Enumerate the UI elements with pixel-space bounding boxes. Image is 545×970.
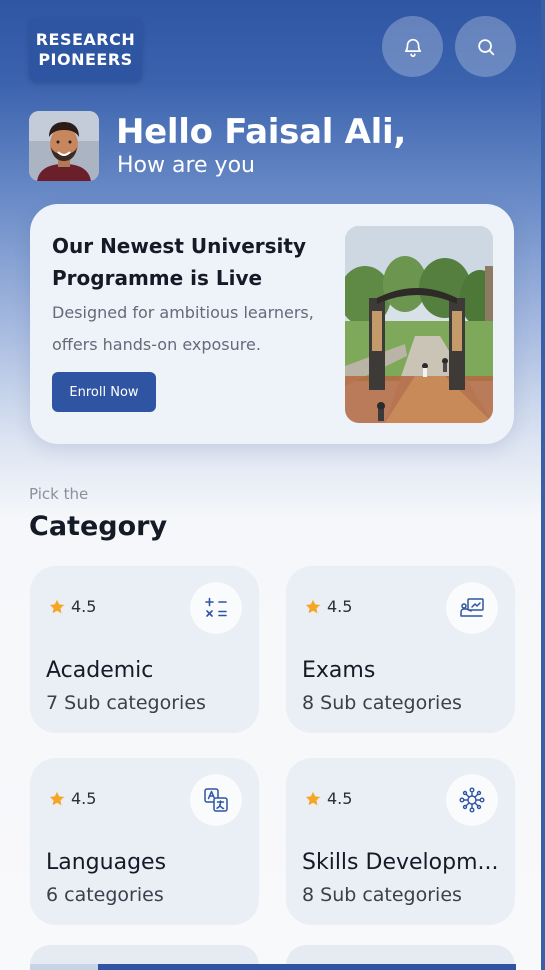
card-subtitle: 8 Sub categories (302, 692, 462, 714)
brand-line-2: PIONEERS (38, 50, 133, 69)
card-icon-badge (190, 582, 242, 634)
brand-logo[interactable]: RESEARCH PIONEERS (29, 18, 142, 82)
star-icon (305, 599, 321, 613)
search-icon (477, 38, 494, 55)
search-button[interactable] (455, 16, 516, 77)
card-rating-value: 4.5 (71, 597, 97, 616)
presentation-icon (460, 598, 484, 617)
card-icon-badge (446, 582, 498, 634)
enroll-now-button[interactable]: Enroll Now (52, 372, 156, 412)
category-card-skills-development[interactable]: 4.5 Skills Developm... 8 Sub categories (286, 758, 515, 925)
avatar[interactable] (29, 111, 99, 181)
skills-network-icon (459, 787, 485, 813)
star-icon (49, 791, 65, 805)
promo-card[interactable]: Our Newest University Programme is Live … (30, 204, 514, 444)
star-icon (49, 599, 65, 613)
scroll-indicator (30, 964, 516, 970)
card-rating: 4.5 (304, 789, 352, 808)
card-icon-badge (190, 774, 242, 826)
card-rating: 4.5 (48, 597, 96, 616)
category-card-exams[interactable]: 4.5 Exams 8 Sub categories (286, 566, 515, 733)
greeting-subtitle: How are you (117, 153, 255, 178)
math-operators-icon (205, 597, 227, 617)
category-card-languages[interactable]: 4.5 Languages 6 categories (30, 758, 259, 925)
notifications-button[interactable] (382, 16, 443, 77)
card-title: Exams (302, 658, 376, 683)
card-rating: 4.5 (48, 789, 96, 808)
brand-line-1: RESEARCH (35, 30, 136, 49)
card-title: Languages (46, 850, 167, 875)
scroll-indicator-thumb (30, 964, 98, 970)
card-rating-value: 4.5 (327, 597, 353, 616)
card-subtitle: 7 Sub categories (46, 692, 206, 714)
category-heading: Category (29, 511, 168, 542)
card-rating-value: 4.5 (327, 789, 353, 808)
card-subtitle: 6 categories (46, 884, 164, 906)
category-eyebrow: Pick the (29, 485, 89, 503)
university-gate-illustration (345, 226, 493, 423)
translate-icon (204, 788, 228, 812)
university-gate-image (345, 226, 493, 423)
greeting-title: Hello Faisal Ali, (116, 112, 406, 152)
card-title: Academic (46, 658, 154, 683)
card-subtitle: 8 Sub categories (302, 884, 462, 906)
app-screen: RESEARCH PIONEERS Hello Faisal Ali, How … (0, 0, 545, 970)
card-rating-value: 4.5 (71, 789, 97, 808)
promo-description: Designed for ambitious learners, offers … (52, 303, 314, 354)
card-title: Skills Developm... (302, 850, 499, 875)
frame-edge (541, 0, 545, 970)
category-card-academic[interactable]: 4.5 Academic 7 Sub categories (30, 566, 259, 733)
star-icon (305, 791, 321, 805)
bell-icon (404, 38, 421, 57)
promo-title: Our Newest University Programme is Live (52, 234, 306, 290)
card-icon-badge (446, 774, 498, 826)
avatar-image (29, 111, 99, 181)
card-rating: 4.5 (304, 597, 352, 616)
